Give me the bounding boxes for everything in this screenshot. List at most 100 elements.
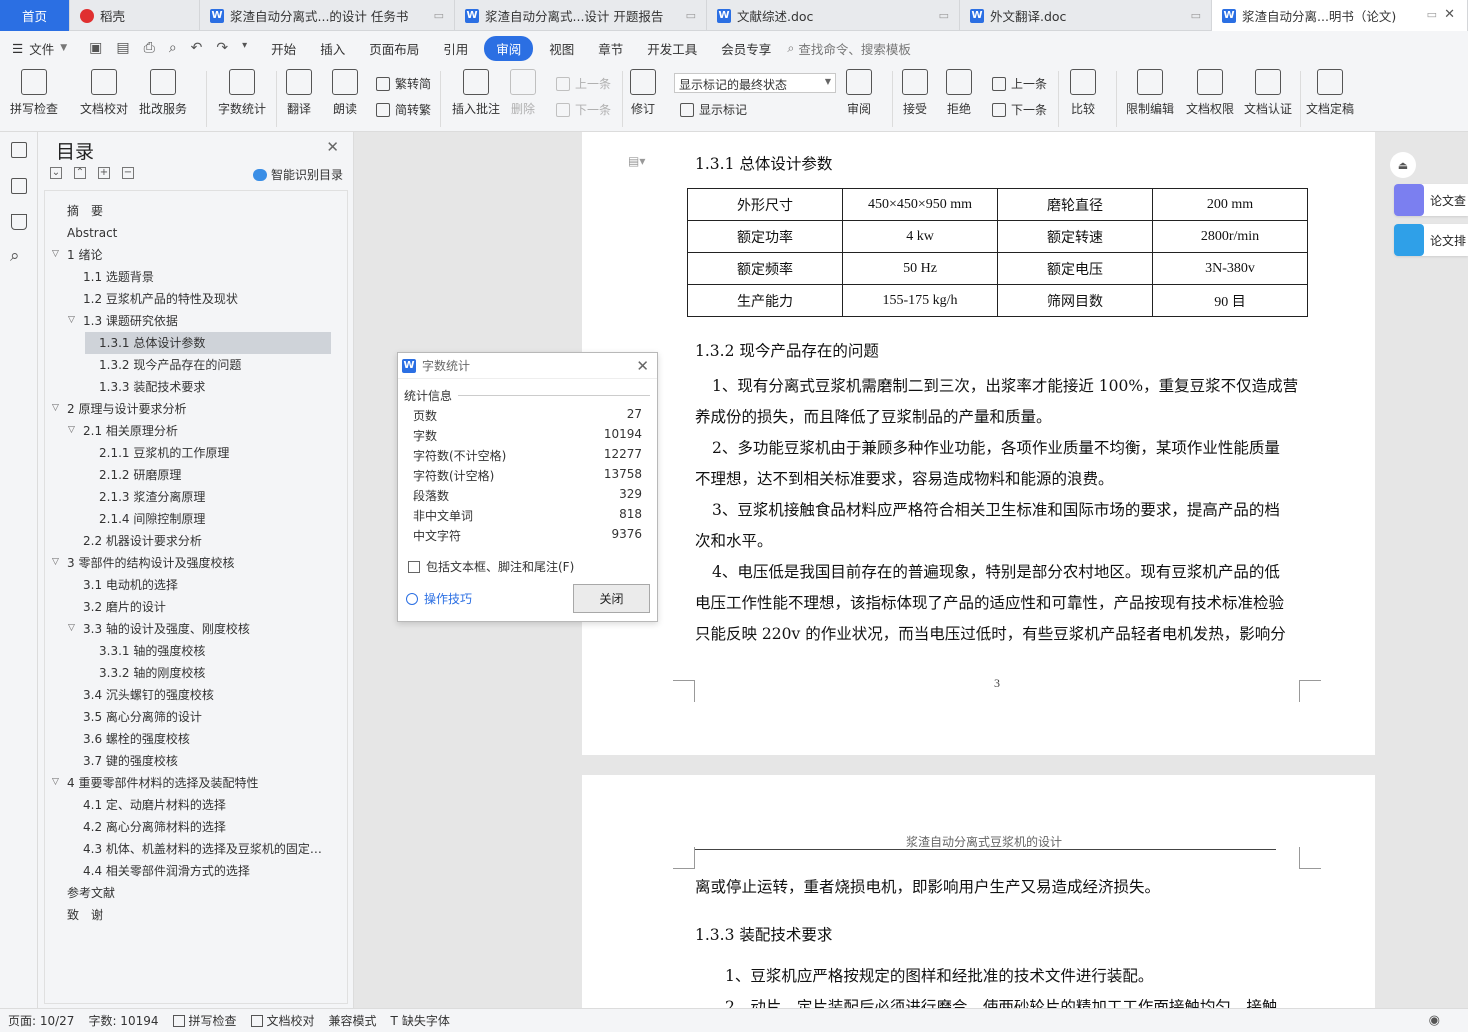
- doc-auth-button[interactable]: 文档认证: [1244, 69, 1292, 117]
- doc-check-button[interactable]: 文档校对: [80, 69, 128, 117]
- chevron-down-icon[interactable]: ▽: [52, 403, 59, 413]
- tab-doc-2[interactable]: W 浆渣自动分离式...设计 开题报告 ▭: [455, 0, 707, 31]
- menu-chapter[interactable]: 章节: [586, 39, 635, 58]
- menu-member[interactable]: 会员专享: [709, 39, 783, 58]
- toc-item[interactable]: 1.3.2 现今产品存在的问题: [99, 354, 331, 376]
- expand-icon[interactable]: ⌃: [74, 167, 86, 179]
- accept-button[interactable]: 接受: [902, 69, 928, 117]
- preview-icon[interactable]: ⌕: [169, 40, 177, 56]
- undo-icon[interactable]: ↶: [191, 40, 203, 56]
- plus-icon[interactable]: +: [98, 167, 110, 179]
- tab-doc-5[interactable]: W 浆渣自动分离...明书（论文) ▭ ✕: [1212, 0, 1468, 31]
- tab-daoke[interactable]: 稻壳: [70, 0, 200, 31]
- toc-item[interactable]: 2.1 相关原理分析: [83, 420, 331, 442]
- toc-item[interactable]: 4 重要零部件材料的选择及装配特性: [67, 772, 331, 794]
- close-button[interactable]: 关闭: [573, 584, 650, 613]
- minus-icon[interactable]: −: [122, 167, 134, 179]
- next-comment-button[interactable]: 下一条: [556, 101, 611, 118]
- toc-item[interactable]: 摘 要: [67, 200, 331, 222]
- toc-item[interactable]: 3.3 轴的设计及强度、刚度校核: [83, 618, 331, 640]
- minimize-icon[interactable]: ▭: [1427, 8, 1437, 21]
- close-icon[interactable]: ✕: [326, 138, 339, 156]
- toc-item[interactable]: 3.3.1 轴的强度校核: [99, 640, 331, 662]
- spell-check-button[interactable]: 拼写检查: [10, 69, 58, 117]
- close-icon[interactable]: ✕: [636, 357, 649, 375]
- toc-item[interactable]: 4.4 相关零部件润滑方式的选择: [83, 860, 331, 882]
- word-count-button[interactable]: 字数统计: [218, 69, 266, 117]
- approve-service-button[interactable]: 批改服务: [139, 69, 187, 117]
- toc-item[interactable]: 3.4 沉头螺钉的强度校核: [83, 684, 331, 706]
- page-indicator[interactable]: 页面: 10/27: [8, 1012, 74, 1029]
- close-icon[interactable]: ✕: [1444, 7, 1455, 22]
- chevron-down-icon[interactable]: ▽: [52, 777, 59, 787]
- menu-layout[interactable]: 页面布局: [357, 39, 431, 58]
- command-search[interactable]: ⌕ 查找命令、搜索模板: [787, 39, 911, 58]
- prev-change-button[interactable]: 上一条: [992, 75, 1047, 92]
- tab-doc-3[interactable]: W 文献综述.doc ▭: [707, 0, 960, 31]
- toc-item[interactable]: 3.3.2 轴的刚度校核: [99, 662, 331, 684]
- menu-review[interactable]: 审阅: [484, 35, 534, 61]
- toc-item[interactable]: 1 绪论: [67, 244, 331, 266]
- toc-item[interactable]: 4.2 离心分离筛材料的选择: [83, 816, 331, 838]
- chevron-down-icon[interactable]: ▽: [52, 557, 59, 567]
- tips-link[interactable]: 操作技巧: [406, 590, 472, 607]
- redo-icon[interactable]: ↷: [216, 40, 228, 56]
- chevron-down-icon[interactable]: ▽: [52, 249, 59, 259]
- bookmark-icon[interactable]: [11, 214, 27, 230]
- toc-item[interactable]: 1.3 课题研究依据: [83, 310, 331, 332]
- save-icon[interactable]: ▣: [89, 40, 102, 56]
- prev-comment-button[interactable]: 上一条: [556, 75, 611, 92]
- minimize-icon[interactable]: ▭: [686, 9, 696, 22]
- print-icon[interactable]: ⎙: [144, 40, 155, 56]
- spell-check-status[interactable]: 拼写检查: [172, 1012, 237, 1029]
- toc-item[interactable]: 3.7 键的强度校核: [83, 750, 331, 772]
- minimize-icon[interactable]: ▭: [1191, 9, 1201, 22]
- read-aloud-button[interactable]: 朗读: [332, 69, 358, 117]
- toc-item[interactable]: 致 谢: [67, 904, 331, 926]
- eye-icon[interactable]: ◉: [1429, 1013, 1440, 1028]
- toc-item[interactable]: 3.6 螺栓的强度校核: [83, 728, 331, 750]
- restrict-edit-button[interactable]: 限制编辑: [1126, 69, 1174, 117]
- trad-to-simp-button[interactable]: 繁转简: [376, 75, 431, 92]
- chevron-down-icon[interactable]: ▽: [68, 623, 75, 633]
- word-indicator[interactable]: 字数: 10194: [88, 1012, 158, 1029]
- doc-permission-button[interactable]: 文档权限: [1186, 69, 1234, 117]
- export-icon[interactable]: ▤: [116, 40, 129, 56]
- toc-item[interactable]: 2.2 机器设计要求分析: [83, 530, 331, 552]
- menu-reference[interactable]: 引用: [431, 39, 480, 58]
- chapter-icon[interactable]: [11, 178, 27, 194]
- collapse-sidebar-icon[interactable]: ⏏: [1390, 152, 1416, 178]
- revise-button[interactable]: 修订: [630, 69, 656, 117]
- toc-item[interactable]: 2.1.3 浆渣分离原理: [99, 486, 331, 508]
- doc-check-status[interactable]: 文档校对: [250, 1012, 315, 1029]
- toc-item[interactable]: 1.1 选题背景: [83, 266, 331, 288]
- checkbox[interactable]: [408, 560, 420, 573]
- simp-to-trad-button[interactable]: 简转繁: [376, 101, 431, 118]
- menu-insert[interactable]: 插入: [308, 39, 357, 58]
- tab-doc-1[interactable]: W 浆渣自动分离式...的设计 任务书 ▭: [200, 0, 455, 31]
- reject-button[interactable]: 拒绝: [946, 69, 972, 117]
- tab-doc-4[interactable]: W 外文翻译.doc ▭: [960, 0, 1212, 31]
- toc-item[interactable]: 4.3 机体、机盖材料的选择及豆浆机的固定方式: [83, 838, 331, 860]
- toc-item[interactable]: Abstract: [67, 222, 331, 244]
- translate-button[interactable]: 翻译: [286, 69, 312, 117]
- chevron-down-icon[interactable]: ▾: [242, 40, 247, 56]
- missing-font[interactable]: T 缺失字体: [391, 1012, 450, 1029]
- toc-item[interactable]: 3.1 电动机的选择: [83, 574, 331, 596]
- toc-item[interactable]: 3.2 磨片的设计: [83, 596, 331, 618]
- toc-item[interactable]: 2.1.2 研磨原理: [99, 464, 331, 486]
- file-menu[interactable]: ☰ 文件 ▼: [0, 39, 77, 58]
- toc-icon[interactable]: [11, 142, 27, 158]
- next-change-button[interactable]: 下一条: [992, 101, 1047, 118]
- menu-view[interactable]: 视图: [537, 39, 586, 58]
- toc-item[interactable]: 1.3.1 总体设计参数: [85, 332, 331, 354]
- page-icon[interactable]: ▤▾: [628, 154, 645, 168]
- include-textbox-checkbox[interactable]: 包括文本框、脚注和尾注(F): [408, 558, 574, 575]
- minimize-icon[interactable]: ▭: [434, 9, 444, 22]
- toc-item[interactable]: 2.1.1 豆浆机的工作原理: [99, 442, 331, 464]
- compare-button[interactable]: 比较: [1070, 69, 1096, 117]
- doc-finalize-button[interactable]: 文档定稿: [1306, 69, 1354, 117]
- toc-item[interactable]: 4.1 定、动磨片材料的选择: [83, 794, 331, 816]
- paper-format-button[interactable]: 论文排: [1394, 224, 1468, 256]
- show-markup-button[interactable]: 显示标记: [680, 101, 747, 118]
